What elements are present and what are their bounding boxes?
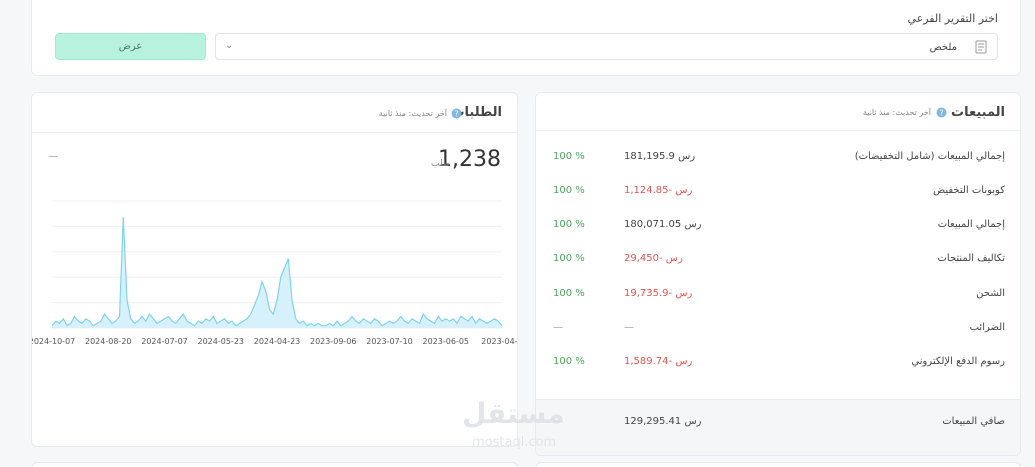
sales-card: المبيعات ? آخر تحديث: منذ ثانية إجمالي ا… xyxy=(535,92,1021,456)
sales-row: إجمالي المبيعات 180,071.05 رس 100 % xyxy=(536,211,1020,241)
help-icon[interactable]: ? xyxy=(451,108,462,119)
sales-row: الضرائب — — xyxy=(536,314,1020,344)
sales-row: إجمالي المبيعات (شامل التخفيضات) 181,195… xyxy=(536,143,1020,173)
x-tick-label: 2024-07-07 xyxy=(141,337,188,346)
row-label: تكاليف المنتجات xyxy=(937,253,1005,264)
orders-updated: آخر تحديث: منذ ثانية xyxy=(378,109,447,118)
orders-card: الطلبات ? آخر تحديث: منذ ثانية 1,238 طلب… xyxy=(31,92,518,447)
row-pct: 100 % xyxy=(553,253,585,264)
bottom-right-card xyxy=(535,462,1021,467)
orders-chart: 2024-10-07 2024-08-20 2024-07-07 2024-05-23… xyxy=(32,200,518,346)
x-tick-label: 2024-05-23 xyxy=(198,337,245,346)
row-pct: 100 % xyxy=(553,219,585,230)
row-value: 29,450- رس xyxy=(624,253,683,264)
svg-text:?: ? xyxy=(939,108,943,117)
watermark-sub: mostaql.com xyxy=(472,435,557,450)
sales-title: المبيعات xyxy=(951,105,1005,120)
x-tick-label: 2023-07-10 xyxy=(366,337,413,346)
net-value: 129,295.41 رس xyxy=(624,416,702,427)
row-pct: — xyxy=(553,322,563,333)
sales-row: كوبونات التخفيض 1,124.85- رس 100 % xyxy=(536,177,1020,207)
row-value: 1,589.74- رس xyxy=(624,356,693,367)
sales-row: الشحن 19,735.9- رس 100 % xyxy=(536,280,1020,310)
watermark-text: مستقل xyxy=(462,397,565,430)
row-label: إجمالي المبيعات xyxy=(937,219,1005,230)
x-tick-label: 2023-06-05 xyxy=(423,337,470,346)
row-label: الشحن xyxy=(976,288,1005,299)
orders-header: الطلبات ? آخر تحديث: منذ ثانية xyxy=(32,93,517,133)
sales-header: المبيعات ? آخر تحديث: منذ ثانية xyxy=(536,93,1020,131)
row-value: 181,195.9 رس xyxy=(624,151,696,162)
row-label: رسوم الدفع الإلكتروني xyxy=(911,356,1005,367)
bottom-left-card xyxy=(31,462,518,467)
watermark-logo: مستقل mostaql.com xyxy=(452,395,582,455)
show-button[interactable]: عرض xyxy=(55,33,206,60)
row-pct: 100 % xyxy=(553,356,585,367)
sales-row: رسوم الدفع الإلكتروني 1,589.74- رس 100 % xyxy=(536,348,1020,378)
orders-unit: طلب xyxy=(431,159,450,169)
row-pct: 100 % xyxy=(553,151,585,162)
sales-updated: آخر تحديث: منذ ثانية xyxy=(862,108,931,117)
row-value: — xyxy=(624,322,634,333)
row-pct: 100 % xyxy=(553,185,585,196)
x-tick-label: 2023-09-06 xyxy=(310,337,357,346)
row-pct: 100 % xyxy=(553,288,585,299)
x-tick-label: 2024-04-23 xyxy=(254,337,301,346)
row-value: 19,735.9- رس xyxy=(624,288,693,299)
x-tick-label: 2024-08-20 xyxy=(85,337,132,346)
row-value: 1,124.85- رس xyxy=(624,185,693,196)
net-label: صافي المبيعات xyxy=(942,416,1005,427)
row-label: كوبونات التخفيض xyxy=(933,185,1005,196)
filter-label: اختر التقرير الفرعي xyxy=(907,12,998,25)
x-tick-label: 2023-04-1 xyxy=(481,337,518,346)
chevron-down-icon: ⌄ xyxy=(225,40,234,51)
help-icon[interactable]: ? xyxy=(936,107,947,118)
x-tick-label: 2024-10-07 xyxy=(32,337,75,346)
document-icon xyxy=(975,40,987,54)
row-label: إجمالي المبيعات (شامل التخفيضات) xyxy=(854,151,1005,162)
orders-change: — xyxy=(48,151,58,162)
subreport-select[interactable]: ملخص ⌄ xyxy=(215,33,998,60)
select-value: ملخص xyxy=(929,42,957,53)
svg-text:?: ? xyxy=(454,109,458,118)
row-value: 180,071.05 رس xyxy=(624,219,702,230)
net-sales-row: صافي المبيعات 129,295.41 رس — xyxy=(536,399,1020,455)
sales-row: تكاليف المنتجات 29,450- رس 100 % xyxy=(536,245,1020,275)
row-label: الضرائب xyxy=(969,322,1005,333)
report-filter-card: اختر التقرير الفرعي ملخص ⌄ عرض xyxy=(31,0,1021,76)
